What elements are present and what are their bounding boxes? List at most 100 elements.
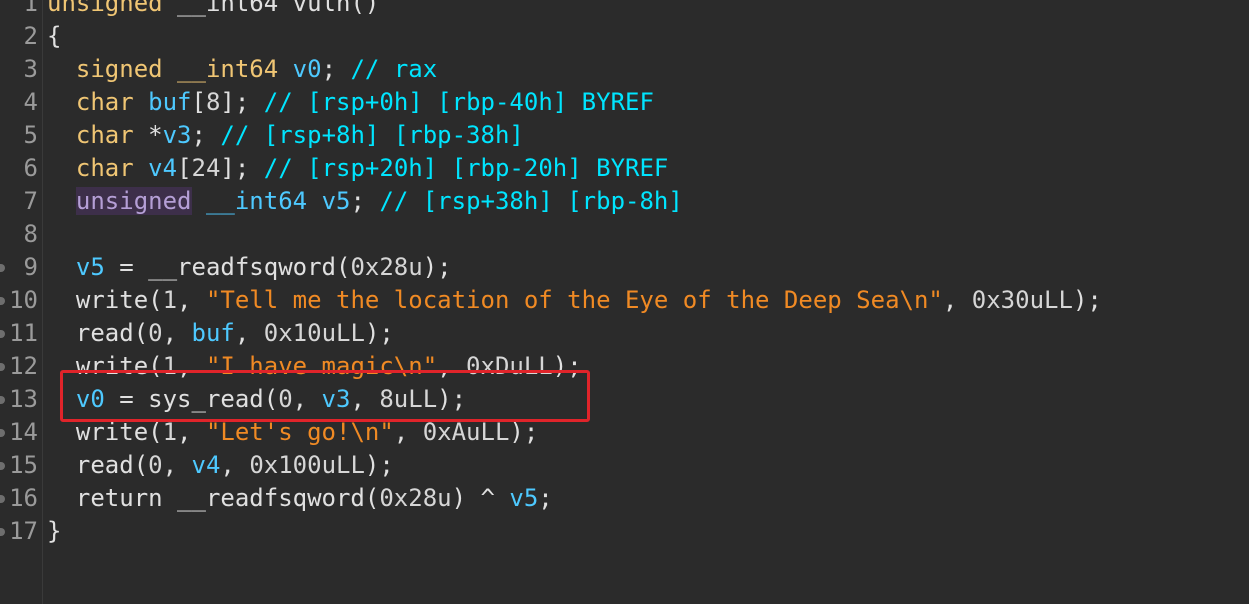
code-token: unsigned xyxy=(75,187,192,215)
code-token: ; xyxy=(538,484,553,512)
code-token: , xyxy=(393,418,423,446)
code-text: char v4[24]; // [rsp+20h] [rbp-20h] BYRE… xyxy=(47,152,668,185)
code-token: , xyxy=(162,319,192,347)
code-token: "Let's go!\n" xyxy=(205,418,394,446)
code-token: v5 xyxy=(509,484,539,512)
code-line[interactable]: 9 v5 = __readfsqword(0x28u); xyxy=(0,251,1249,284)
code-line[interactable]: 7 unsigned __int64 v5; // [rsp+38h] [rbp… xyxy=(0,185,1249,218)
code-line[interactable]: 6 char v4[24]; // [rsp+20h] [rbp-20h] BY… xyxy=(0,152,1249,185)
code-line[interactable]: 10 write(1, "Tell me the location of the… xyxy=(0,284,1249,317)
code-token: { xyxy=(47,22,62,50)
code-text: } xyxy=(47,515,61,548)
code-line[interactable]: 15 read(0, v4, 0x100uLL); xyxy=(0,449,1249,482)
code-token: 0x28u xyxy=(379,484,452,512)
code-token: write( xyxy=(47,286,163,314)
code-line[interactable]: 4 char buf[8]; // [rsp+0h] [rbp-40h] BYR… xyxy=(0,86,1249,119)
code-token: // rax xyxy=(350,55,438,83)
code-text: write(1, "Tell me the location of the Ey… xyxy=(47,284,1102,317)
code-token: , xyxy=(220,451,250,479)
code-text: return __readfsqword(0x28u) ^ v5; xyxy=(47,482,553,515)
code-token: 0x30uLL xyxy=(971,286,1073,314)
code-line[interactable]: 3 signed __int64 v0; // rax xyxy=(0,53,1249,86)
code-token: char xyxy=(47,88,134,116)
code-token: * xyxy=(133,121,163,149)
line-number: 11 xyxy=(9,319,38,347)
code-token: , xyxy=(177,286,206,314)
code-token: ); xyxy=(364,451,394,479)
code-token: , xyxy=(942,286,972,314)
code-token: v4 xyxy=(148,154,178,182)
code-token: ); xyxy=(422,253,452,281)
code-token: , xyxy=(234,319,264,347)
code-token: ) ^ xyxy=(451,484,510,512)
line-number: 10 xyxy=(9,286,38,314)
code-token: vuln() xyxy=(292,0,380,17)
code-text: v5 = __readfsqword(0x28u); xyxy=(47,251,452,284)
code-token: 0 xyxy=(148,451,163,479)
code-line[interactable]: 16 return __readfsqword(0x28u) ^ v5; xyxy=(0,482,1249,515)
code-line[interactable]: 11 read(0, buf, 0x10uLL); xyxy=(0,317,1249,350)
code-token: [ xyxy=(177,154,192,182)
code-token: read( xyxy=(47,451,149,479)
code-token: ; xyxy=(321,55,351,83)
line-number: 12 xyxy=(9,352,38,380)
code-text: signed __int64 v0; // rax xyxy=(47,53,437,86)
code-token: v4 xyxy=(191,451,221,479)
line-number: 13 xyxy=(9,385,38,413)
line-number: 6 xyxy=(23,154,38,182)
code-token: __int64 xyxy=(205,187,308,215)
code-token: [ xyxy=(191,88,206,116)
code-token: __int64 xyxy=(162,0,293,17)
code-token: ); xyxy=(364,319,394,347)
line-number: 3 xyxy=(23,55,38,83)
code-token: , xyxy=(177,418,206,446)
code-token: 0x10uLL xyxy=(263,319,365,347)
code-token: // [rsp+38h] [rbp-8h] xyxy=(379,187,683,215)
code-token: 1 xyxy=(162,286,178,314)
line-number: 15 xyxy=(9,451,38,479)
code-token: 0 xyxy=(148,319,163,347)
code-line[interactable]: 8 xyxy=(0,218,1249,251)
line-number: 17 xyxy=(9,517,38,545)
code-token: v5 xyxy=(321,187,351,215)
code-token: 0x28u xyxy=(350,253,423,281)
line-number: 7 xyxy=(23,187,38,215)
code-token: = __readfsqword( xyxy=(104,253,351,281)
code-line[interactable]: 2{ xyxy=(0,20,1249,53)
code-token: signed xyxy=(47,55,163,83)
code-token: buf xyxy=(148,88,192,116)
code-token: ]; xyxy=(220,154,264,182)
code-token: ; xyxy=(191,121,221,149)
code-token: char xyxy=(47,121,134,149)
line-number: 9 xyxy=(23,253,38,281)
code-token: char xyxy=(47,154,134,182)
code-token: // [rsp+8h] [rbp-38h] xyxy=(220,121,524,149)
code-token: 24 xyxy=(191,154,221,182)
code-token: 0xAuLL xyxy=(422,418,510,446)
code-token: "Tell me the location of the Eye of the … xyxy=(205,286,943,314)
code-editor[interactable]: 1 unsigned __int64 vuln() 2{3 signed __int… xyxy=(0,0,1249,604)
code-text: unsigned __int64 v5; // [rsp+38h] [rbp-8… xyxy=(47,185,683,218)
code-token: ; xyxy=(350,187,380,215)
code-token: buf xyxy=(191,319,235,347)
code-token: 0x100uLL xyxy=(249,451,365,479)
code-text: { xyxy=(47,20,61,53)
code-line[interactable]: 17} xyxy=(0,515,1249,548)
code-token: } xyxy=(47,517,62,545)
code-line[interactable]: 5 char *v3; // [rsp+8h] [rbp-38h] xyxy=(0,119,1249,152)
code-token: // [rsp+20h] [rbp-20h] BYREF xyxy=(263,154,669,182)
code-text: char buf[8]; // [rsp+0h] [rbp-40h] BYREF xyxy=(47,86,654,119)
code-token: // [rsp+0h] [rbp-40h] BYREF xyxy=(263,88,654,116)
code-token: 1 xyxy=(162,418,178,446)
code-token: write( xyxy=(47,418,163,446)
code-text: read(0, buf, 0x10uLL); xyxy=(47,317,394,350)
code-line[interactable]: 1 unsigned __int64 vuln() xyxy=(0,0,1249,20)
code-token: , xyxy=(162,451,192,479)
code-token: 8 xyxy=(205,88,221,116)
line-number: 5 xyxy=(23,121,38,149)
